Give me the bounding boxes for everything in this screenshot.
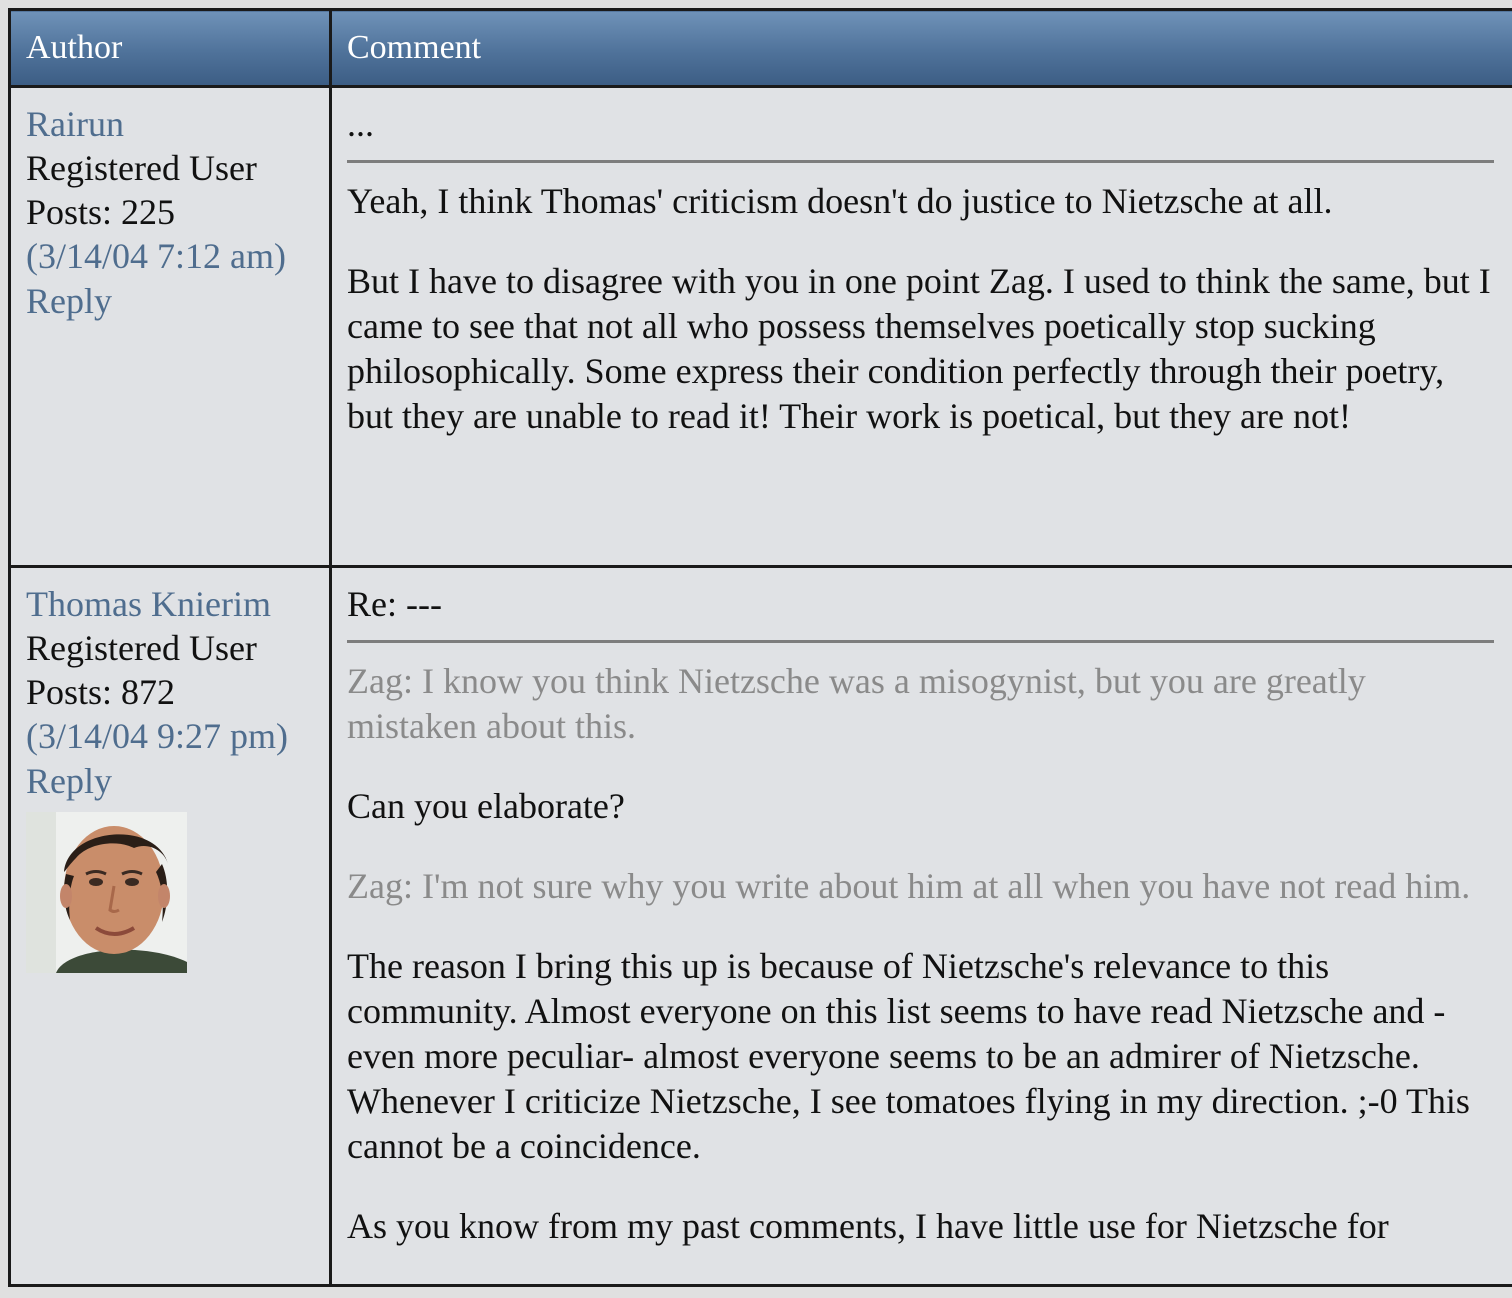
author-name-link[interactable]: Rairun xyxy=(26,102,314,146)
author-role: Registered User xyxy=(26,148,257,188)
reply-link[interactable]: Reply xyxy=(26,279,314,324)
forum-thread-table: Author Comment Rairun Registered User Po… xyxy=(8,8,1512,1287)
quoted-text: Zag: I'm not sure why you write about hi… xyxy=(347,866,1471,906)
author-avatar xyxy=(26,812,187,973)
table-header-row: Author Comment xyxy=(8,8,1512,88)
comment-column-header: Comment xyxy=(329,8,1512,88)
post-timestamp-link[interactable]: (3/14/04 9:27 pm) xyxy=(26,714,314,759)
author-info-cell: Rairun Registered User Posts: 225 (3/14/… xyxy=(8,85,332,568)
post-subject: Re: --- xyxy=(347,584,442,624)
author-info-cell: Thomas Knierim Registered User Posts: 87… xyxy=(8,565,332,1287)
comment-cell: ... Yeah, I think Thomas' criticism does… xyxy=(329,85,1512,568)
subject-divider xyxy=(347,640,1494,643)
post-subject: ... xyxy=(347,104,374,144)
comment-paragraph: Can you elaborate? xyxy=(347,786,625,826)
author-post-count: Posts: 872 xyxy=(26,672,176,712)
author-column-header: Author xyxy=(8,8,332,88)
reply-link[interactable]: Reply xyxy=(26,759,314,804)
post-timestamp-link[interactable]: (3/14/04 7:12 am) xyxy=(26,234,314,279)
author-role: Registered User xyxy=(26,628,257,668)
subject-divider xyxy=(347,160,1494,163)
comment-paragraph: The reason I bring this up is because of… xyxy=(347,946,1470,1166)
avatar-portrait-icon xyxy=(26,812,187,973)
author-post-count: Posts: 225 xyxy=(26,192,176,232)
quoted-text: Zag: I know you think Nietzsche was a mi… xyxy=(347,661,1366,746)
comment-paragraph: Yeah, I think Thomas' criticism doesn't … xyxy=(347,181,1333,221)
comment-paragraph: As you know from my past comments, I hav… xyxy=(347,1206,1389,1246)
comment-paragraph: But I have to disagree with you in one p… xyxy=(347,261,1491,436)
post-row: Rairun Registered User Posts: 225 (3/14/… xyxy=(8,85,1512,568)
post-row: Thomas Knierim Registered User Posts: 87… xyxy=(8,565,1512,1287)
author-name-link[interactable]: Thomas Knierim xyxy=(26,582,314,626)
comment-cell: Re: --- Zag: I know you think Nietzsche … xyxy=(329,565,1512,1287)
